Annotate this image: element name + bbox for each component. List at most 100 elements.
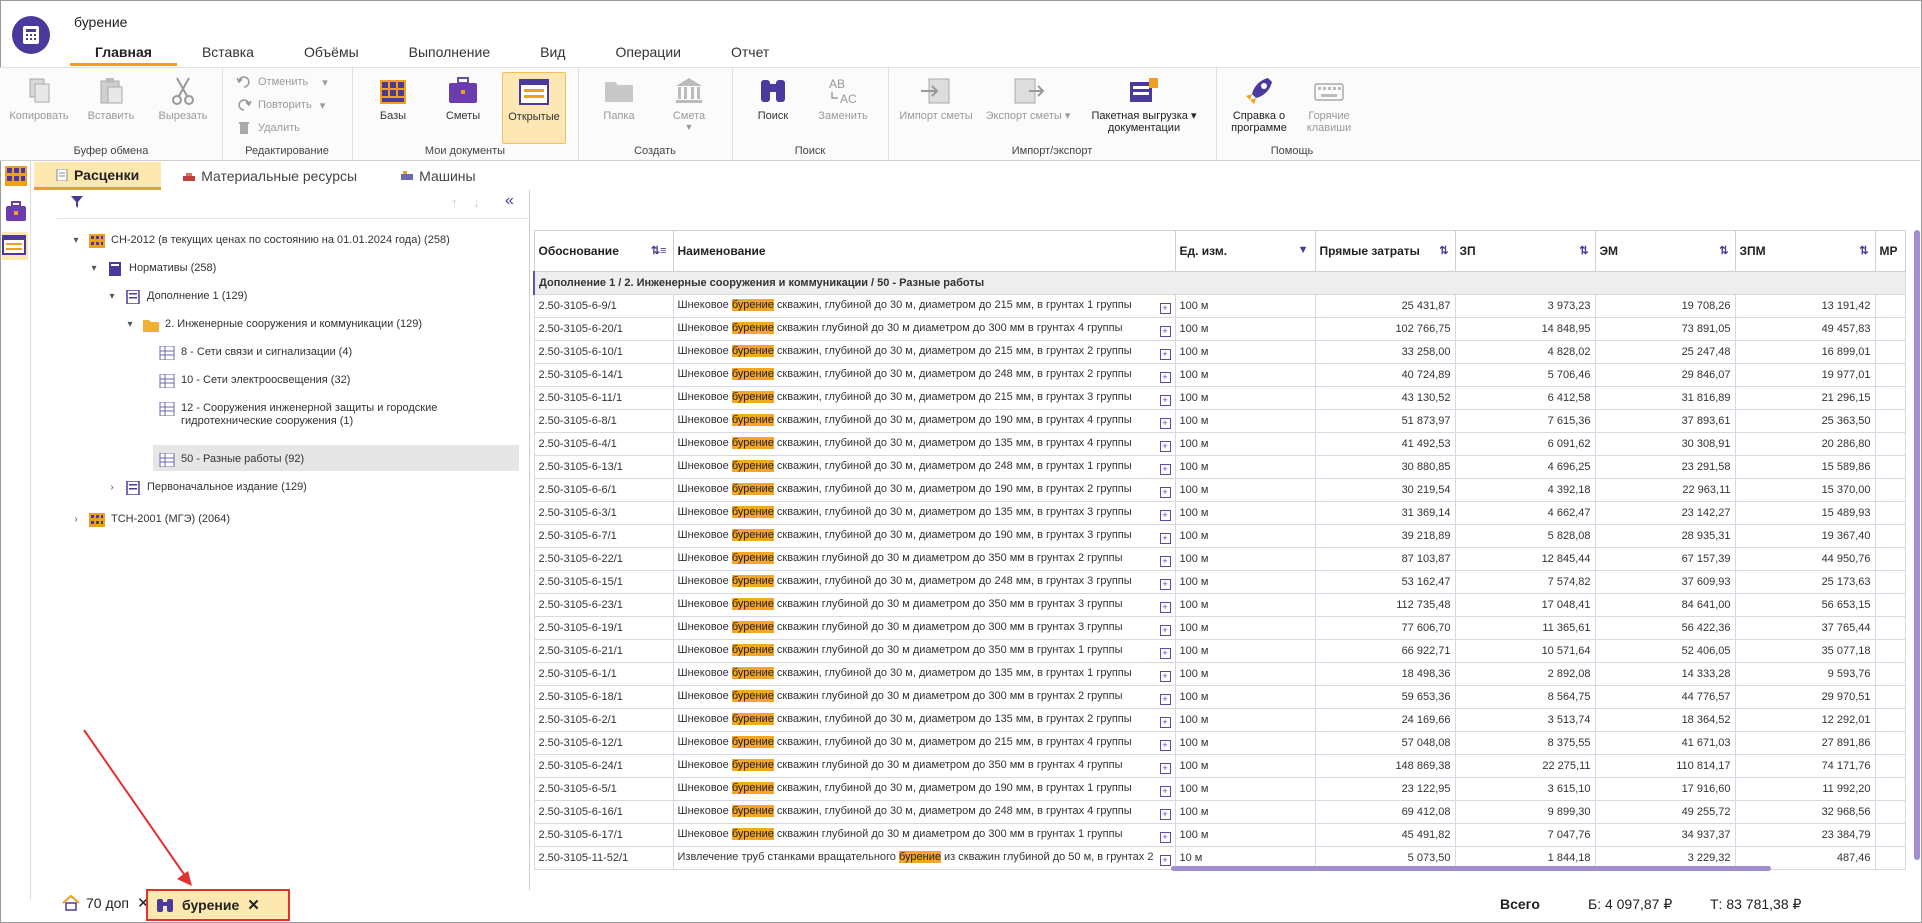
expand-icon[interactable]: + — [1159, 555, 1171, 567]
chevron-down-icon[interactable]: ▾ — [123, 318, 137, 332]
vertical-scrollbar[interactable] — [1914, 230, 1920, 860]
chevron-right-icon[interactable]: › — [69, 513, 83, 527]
column-header-unit[interactable]: Ед. изм. ▼ — [1174, 230, 1316, 272]
column-header-direct-costs[interactable]: Прямые затраты ⇅ — [1314, 230, 1456, 272]
chevron-right-icon[interactable]: › — [105, 481, 119, 495]
expand-icon[interactable]: + — [1159, 601, 1171, 613]
table-row[interactable]: 2.50-3105-6-23/1 + Шнековое бурение скважи… — [533, 593, 1906, 617]
table-row[interactable]: 2.50-3105-6-2/1 + Шнековое бурение скважин… — [533, 708, 1906, 732]
table-row[interactable]: 2.50-3105-6-4/1 + Шнековое бурение скважин… — [533, 432, 1906, 456]
ribbon-tab-insert[interactable]: Вставка — [177, 40, 279, 66]
copy-button[interactable]: Копировать — [8, 72, 70, 142]
export-estimate-button[interactable]: Экспорт сметы ▾ — [980, 72, 1076, 142]
ribbon-tab-report[interactable]: Отчет — [706, 40, 794, 66]
expand-icon[interactable]: + — [1159, 716, 1171, 728]
table-row[interactable]: 2.50-3105-6-5/1 + Шнековое бурение скважин… — [533, 777, 1906, 801]
import-estimate-button[interactable]: Импорт сметы — [896, 72, 976, 142]
chevron-down-icon[interactable]: ▾ — [105, 290, 119, 304]
table-row[interactable]: 2.50-3105-6-3/1 + Шнековое бурение скважин… — [533, 501, 1906, 525]
expand-icon[interactable]: + — [1159, 509, 1171, 521]
table-row[interactable]: 2.50-3105-6-18/1 + Шнековое бурение скважи… — [533, 685, 1906, 709]
expand-icon[interactable]: + — [1159, 302, 1171, 314]
column-header-zpm[interactable]: ЗПМ ⇅ — [1734, 230, 1876, 272]
table-row[interactable]: 2.50-3105-6-21/1 + Шнековое бурение скважи… — [533, 639, 1906, 663]
sort-icon[interactable]: ⇅≡ — [651, 244, 667, 257]
ribbon-tab-execution[interactable]: Выполнение — [384, 40, 515, 66]
expand-icon[interactable]: + — [1159, 831, 1171, 843]
table-row[interactable]: 2.50-3105-6-24/1 + Шнековое бурение скважи… — [533, 754, 1906, 778]
column-header-name[interactable]: Наименование — [672, 230, 1176, 272]
expand-icon[interactable]: + — [1159, 578, 1171, 590]
collapse-panel-icon[interactable]: « — [505, 192, 514, 210]
sort-icon[interactable]: ⇅ — [1859, 244, 1868, 257]
chevron-down-icon[interactable]: ▾ — [69, 234, 83, 248]
table-row[interactable]: 2.50-3105-6-16/1 + Шнековое бурение скважи… — [533, 800, 1906, 824]
column-header-code[interactable]: Обоснование ⇅≡ — [533, 230, 674, 272]
tree-node-original-edition[interactable]: › Первоначальное издание (129) — [105, 481, 307, 495]
expand-icon[interactable]: + — [1159, 371, 1171, 383]
undo-button[interactable]: Отменить ▾ — [236, 72, 328, 92]
tree-node-engineering[interactable]: ▾ 2. Инженерные сооружения и коммуникаци… — [123, 318, 422, 332]
table-row[interactable]: 2.50-3105-6-22/1 + Шнековое бурение скважи… — [533, 547, 1906, 571]
table-row[interactable]: 2.50-3105-6-10/1 + Шнековое бурение скважи… — [533, 340, 1906, 364]
expand-icon[interactable]: + — [1159, 486, 1171, 498]
table-group-row[interactable]: Дополнение 1 / 2. Инженерные сооружения … — [533, 271, 1906, 295]
sort-icon[interactable]: ⇅ — [1439, 244, 1448, 257]
cut-button[interactable]: Вырезать — [152, 72, 214, 142]
expand-icon[interactable]: + — [1159, 348, 1171, 360]
table-row[interactable]: 2.50-3105-6-19/1 + Шнековое бурение скважи… — [533, 616, 1906, 640]
expand-icon[interactable]: + — [1159, 854, 1171, 866]
tree-node-addition1[interactable]: ▾ Дополнение 1 (129) — [105, 290, 247, 304]
close-icon[interactable]: ✕ — [247, 896, 260, 914]
replace-button[interactable]: AB AC Заменить — [812, 72, 874, 142]
paste-button[interactable]: Вставить — [80, 72, 142, 142]
table-row[interactable]: 2.50-3105-6-7/1 + Шнековое бурение скважин… — [533, 524, 1906, 548]
app-logo-icon[interactable] — [12, 16, 50, 54]
table-row[interactable]: 2.50-3105-6-15/1 + Шнековое бурение скважи… — [533, 570, 1906, 594]
new-estimate-button[interactable]: Смета ▼ — [658, 72, 720, 142]
estimates-panel-icon[interactable] — [4, 200, 28, 224]
expand-icon[interactable]: + — [1159, 440, 1171, 452]
table-row[interactable]: 2.50-3105-6-9/1 + Шнековое бурение скважин… — [533, 294, 1906, 318]
bases-button[interactable]: Базы — [362, 72, 424, 142]
table-row[interactable]: 2.50-3105-6-1/1 + Шнековое бурение скважин… — [533, 662, 1906, 686]
tree-node-section12[interactable]: 12 - Сооружения инженерной защиты и горо… — [159, 402, 437, 428]
open-panel-icon[interactable] — [2, 232, 28, 260]
search-button[interactable]: Поиск — [742, 72, 804, 142]
filter-icon[interactable]: ▼ — [1298, 244, 1309, 256]
move-up-icon[interactable]: ↑ — [451, 195, 458, 210]
table-row[interactable]: 2.50-3105-6-11/1 + Шнековое бурение скважи… — [533, 386, 1906, 410]
column-header-mr[interactable]: МР — [1874, 230, 1906, 272]
table-row[interactable]: 2.50-3105-6-13/1 + Шнековое бурение скважи… — [533, 455, 1906, 479]
document-tab-70dop[interactable]: 70 доп ✕ — [54, 889, 158, 917]
tab-material-resources[interactable]: Материальные ресурсы — [161, 162, 379, 190]
batch-export-button[interactable]: Пакетная выгрузка ▾ документации — [1084, 72, 1204, 150]
table-row[interactable]: 2.50-3105-6-14/1 + Шнековое бурение скважи… — [533, 363, 1906, 387]
tree-node-sn2012[interactable]: ▾ СН-2012 (в текущих ценах по состоянию … — [69, 234, 450, 248]
expand-icon[interactable]: + — [1159, 325, 1171, 337]
expand-icon[interactable]: + — [1159, 739, 1171, 751]
table-row[interactable]: 2.50-3105-6-20/1 + Шнековое бурение скважи… — [533, 317, 1906, 341]
expand-icon[interactable]: + — [1159, 762, 1171, 774]
expand-icon[interactable]: + — [1159, 394, 1171, 406]
expand-icon[interactable]: + — [1159, 624, 1171, 636]
estimates-button[interactable]: Сметы — [432, 72, 494, 142]
tree-node-section50[interactable]: 50 - Разные работы (92) — [153, 445, 519, 471]
ribbon-tab-operations[interactable]: Операции — [590, 40, 706, 66]
sort-icon[interactable]: ⇅ — [1719, 244, 1728, 257]
redo-button[interactable]: Повторить ▾ — [236, 95, 325, 115]
move-down-icon[interactable]: ↓ — [473, 195, 480, 210]
tree-node-tsn2001[interactable]: › ТСН-2001 (МГЭ) (2064) — [69, 513, 230, 527]
expand-icon[interactable]: + — [1159, 808, 1171, 820]
table-row[interactable]: 2.50-3105-6-12/1 + Шнековое бурение скважи… — [533, 731, 1906, 755]
chevron-down-icon[interactable]: ▾ — [87, 262, 101, 276]
expand-icon[interactable]: + — [1159, 463, 1171, 475]
delete-button[interactable]: Удалить — [236, 118, 300, 138]
expand-icon[interactable]: + — [1159, 670, 1171, 682]
tab-machines[interactable]: Машины — [379, 162, 497, 190]
table-row[interactable]: 2.50-3105-6-8/1 + Шнековое бурение скважин… — [533, 409, 1906, 433]
about-button[interactable]: Справка о программе — [1224, 72, 1294, 150]
column-header-em[interactable]: ЭМ ⇅ — [1594, 230, 1736, 272]
expand-icon[interactable]: + — [1159, 417, 1171, 429]
tree-node-section10[interactable]: 10 - Сети электроосвещения (32) — [159, 374, 350, 388]
